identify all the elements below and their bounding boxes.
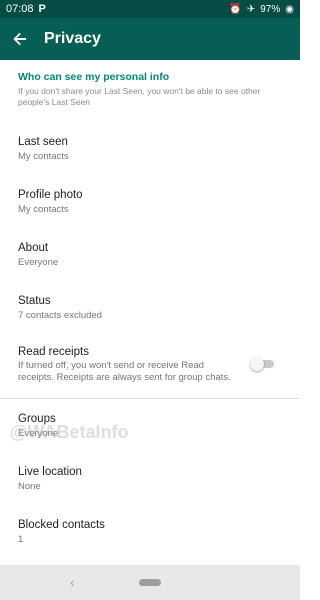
setting-description: If turned off, you won't send or receive…: [18, 359, 231, 383]
p-icon: P: [38, 3, 46, 15]
airplane-icon: ✈: [246, 3, 256, 15]
battery-icon: ◉: [285, 3, 294, 15]
setting-blocked-contacts[interactable]: Blocked contacts 1: [0, 505, 300, 558]
setting-value: My contacts: [18, 150, 69, 162]
status-time: 07:08: [6, 3, 34, 15]
setting-value: Everyone: [18, 256, 59, 268]
setting-label: Read receipts: [18, 345, 89, 358]
setting-value: My contacts: [18, 203, 69, 215]
alarm-icon: ⏰: [229, 3, 242, 15]
setting-label: Last seen: [18, 135, 68, 148]
setting-value: 1: [18, 533, 24, 545]
section-header: Who can see my personal info: [18, 71, 170, 83]
battery-percent: 97%: [260, 3, 281, 15]
section-description: If you don't share your Last Seen, you w…: [18, 86, 261, 107]
page-title: Privacy: [44, 30, 101, 47]
watermark: @WABetaInfo: [10, 422, 129, 442]
setting-read-receipts[interactable]: Read receipts If turned off, you won't s…: [0, 334, 300, 394]
read-receipts-toggle[interactable]: [250, 357, 276, 371]
setting-label: Blocked contacts: [18, 518, 105, 531]
setting-value: 7 contacts excluded: [18, 309, 102, 321]
toggle-thumb: [250, 357, 264, 371]
system-nav-bar: ‹: [0, 565, 300, 600]
privacy-settings-list: Who can see my personal info If you don'…: [0, 60, 300, 565]
nav-back-icon[interactable]: ‹: [70, 574, 75, 590]
setting-label: Profile photo: [18, 188, 83, 201]
setting-about[interactable]: About Everyone: [0, 228, 300, 281]
setting-value: None: [18, 480, 41, 492]
setting-last-seen[interactable]: Last seen My contacts: [0, 122, 300, 175]
nav-home-pill[interactable]: [139, 579, 161, 586]
status-bar: 07:08 P ⏰ ✈ 97% ◉: [0, 0, 300, 18]
setting-label: Status: [18, 294, 51, 307]
back-arrow-icon[interactable]: [0, 18, 40, 60]
status-icons: ⏰ ✈ 97% ◉: [229, 4, 294, 15]
setting-profile-photo[interactable]: Profile photo My contacts: [0, 175, 300, 228]
setting-live-location[interactable]: Live location None: [0, 452, 300, 505]
setting-label: Live location: [18, 465, 82, 478]
setting-label: About: [18, 241, 49, 254]
setting-status[interactable]: Status 7 contacts excluded: [0, 281, 300, 334]
app-bar: Privacy: [0, 18, 300, 60]
read-receipts-text: Read receipts If turned off, you won't s…: [18, 345, 282, 384]
